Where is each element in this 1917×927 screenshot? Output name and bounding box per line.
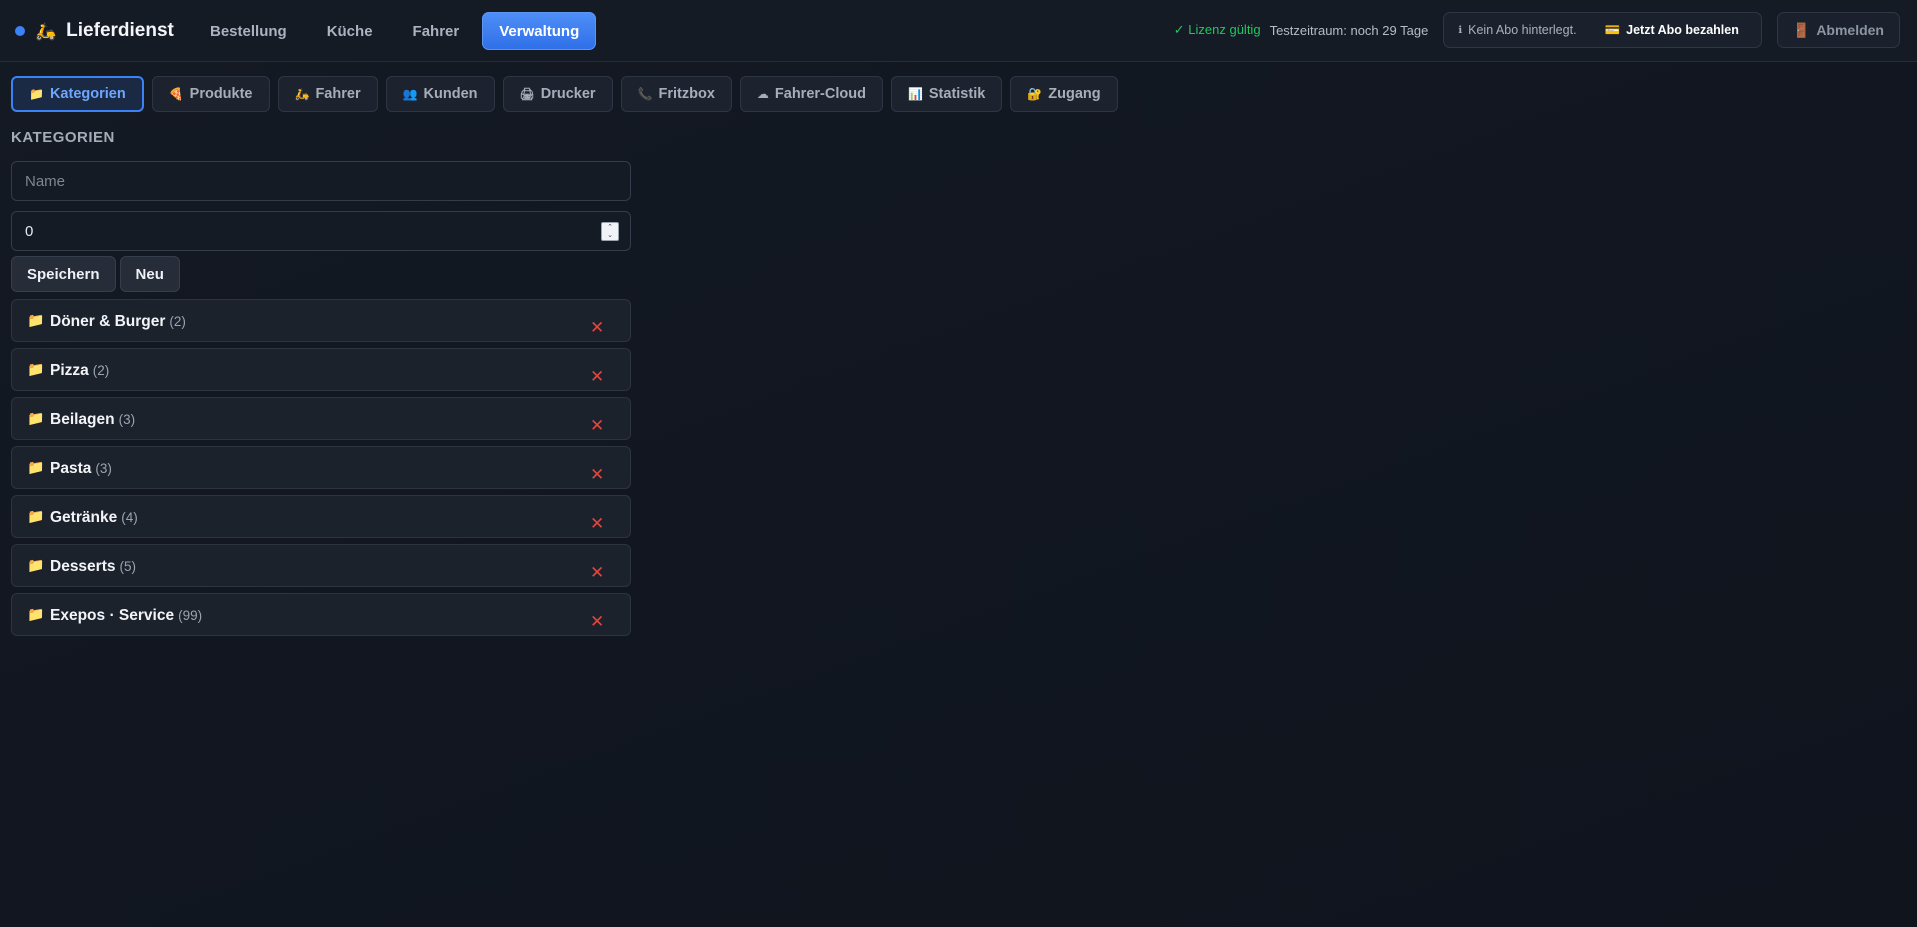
- folder-icon: 📁: [27, 361, 45, 377]
- folder-icon: 📁: [27, 606, 45, 622]
- list-item[interactable]: 📁 Getränke (4) ✕: [11, 495, 631, 538]
- printer-icon: 🖨: [519, 87, 535, 101]
- tab-drucker[interactable]: 🖨 Drucker: [502, 76, 613, 112]
- logout-button[interactable]: 🚪 Abmelden: [1776, 12, 1900, 48]
- status-dot-icon: [15, 26, 25, 36]
- door-icon: 🚪: [1792, 21, 1811, 38]
- trial-status: Testzeitraum: noch 29 Tage: [1269, 22, 1429, 38]
- app-title: Lieferdienst: [66, 20, 174, 41]
- folder-icon: 📁: [27, 557, 45, 573]
- category-list: 📁 Döner & Burger (2) ✕ 📁 Pizza (2) ✕ 📁 Bei…: [11, 299, 631, 642]
- save-button[interactable]: Speichern: [11, 256, 116, 292]
- delete-icon[interactable]: ✕: [590, 466, 604, 483]
- category-count: (2): [92, 363, 110, 378]
- pizza-icon: 🍕: [168, 87, 184, 101]
- category-name: Döner & Burger (2): [50, 313, 186, 330]
- delete-icon[interactable]: ✕: [590, 515, 604, 532]
- subscription-info: ℹ Kein Abo hinterlegt.: [1458, 23, 1576, 37]
- admin-subnav: 📁 Kategorien 🍕 Produkte 🛵 Fahrer 👥 Kunde…: [11, 76, 1118, 112]
- folder-icon: 📁: [27, 508, 45, 524]
- customers-icon: 👥: [402, 87, 418, 101]
- list-item[interactable]: 📁 Beilagen (3) ✕: [11, 397, 631, 440]
- category-name-field: [11, 161, 631, 201]
- category-name: Desserts (5): [50, 558, 137, 575]
- nav-fahrer[interactable]: Fahrer: [396, 12, 477, 50]
- category-name: Beilagen (3): [50, 411, 136, 428]
- tab-label: Drucker: [540, 86, 596, 102]
- list-item[interactable]: 📁 Desserts (5) ✕: [11, 544, 631, 587]
- list-item[interactable]: 📁 Exepos · Service (99) ✕: [11, 593, 631, 636]
- category-count: (4): [121, 510, 138, 525]
- nav-kueche[interactable]: Küche: [310, 12, 390, 50]
- category-name: Exepos · Service (99): [50, 607, 203, 624]
- category-count: (2): [169, 314, 186, 329]
- chart-icon: 📊: [907, 87, 923, 101]
- category-sort-field: ⌃ ⌄: [11, 211, 631, 251]
- subscription-box: ℹ Kein Abo hinterlegt. 💳 Jetzt Abo bezah…: [1443, 12, 1762, 48]
- tab-zugang[interactable]: 🔐 Zugang: [1010, 76, 1118, 112]
- category-count: (3): [118, 412, 136, 427]
- new-button[interactable]: Neu: [119, 256, 180, 292]
- tab-kategorien[interactable]: 📁 Kategorien: [11, 76, 144, 112]
- list-item[interactable]: 📁 Pizza (2) ✕: [11, 348, 631, 391]
- form-actions: Speichern Neu: [11, 256, 180, 292]
- tab-kunden[interactable]: 👥 Kunden: [385, 76, 495, 112]
- license-status: ✓ Lizenz gültig: [1173, 22, 1261, 37]
- chevron-down-icon: ⌄: [607, 231, 613, 239]
- number-spinner[interactable]: ⌃ ⌄: [601, 222, 619, 241]
- top-right-status: ✓ Lizenz gültig Testzeitraum: noch 29 Ta…: [1174, 12, 1900, 48]
- category-name: Getränke (4): [50, 509, 138, 526]
- list-item[interactable]: 📁 Döner & Burger (2) ✕: [11, 299, 631, 342]
- top-bar: 🛵 Lieferdienst Bestellung Küche Fahrer V…: [0, 0, 1917, 62]
- tab-label: Produkte: [189, 86, 253, 102]
- tab-fahrer[interactable]: 🛵 Fahrer: [277, 76, 378, 112]
- category-sort-input[interactable]: [25, 222, 617, 240]
- folder-icon: 📁: [27, 459, 45, 475]
- tab-statistik[interactable]: 📊 Statistik: [890, 76, 1003, 112]
- list-item[interactable]: 📁 Pasta (3) ✕: [11, 446, 631, 489]
- cloud-icon: ☁: [756, 87, 769, 101]
- info-icon: ℹ: [1458, 24, 1463, 36]
- subscription-info-text: Kein Abo hinterlegt.: [1468, 23, 1577, 37]
- tab-fritzbox[interactable]: 📞 Fritzbox: [620, 76, 732, 112]
- main-nav: Bestellung Küche Fahrer Verwaltung: [193, 12, 597, 50]
- delete-icon[interactable]: ✕: [590, 417, 604, 434]
- category-name: Pizza (2): [50, 362, 110, 379]
- category-count: (3): [95, 461, 112, 476]
- tab-label: Kategorien: [49, 86, 126, 102]
- folder-icon: 📁: [27, 410, 45, 426]
- delete-icon[interactable]: ✕: [590, 319, 604, 336]
- tab-label: Statistik: [928, 86, 986, 102]
- folder-icon: 📁: [29, 87, 44, 101]
- scooter-icon: 🛵: [35, 21, 57, 41]
- scooter-icon: 🛵: [294, 87, 310, 101]
- nav-bestellung[interactable]: Bestellung: [193, 12, 304, 50]
- logout-label: Abmelden: [1816, 22, 1884, 38]
- section-title: KATEGORIEN: [11, 129, 115, 146]
- tab-produkte[interactable]: 🍕 Produkte: [151, 76, 270, 112]
- category-name: Pasta (3): [50, 460, 112, 477]
- category-count: (99): [178, 608, 203, 623]
- delete-icon[interactable]: ✕: [590, 613, 604, 630]
- tab-label: Zugang: [1048, 86, 1101, 102]
- tab-label: Fahrer-Cloud: [774, 86, 866, 102]
- phone-icon: 📞: [637, 87, 653, 101]
- credit-card-icon: 💳: [1604, 22, 1621, 37]
- delete-icon[interactable]: ✕: [590, 564, 604, 581]
- nav-verwaltung[interactable]: Verwaltung: [482, 12, 597, 50]
- category-count: (5): [119, 559, 137, 574]
- tab-fahrer-cloud[interactable]: ☁ Fahrer-Cloud: [739, 76, 883, 112]
- pay-subscription-button[interactable]: 💳 Jetzt Abo bezahlen: [1605, 23, 1739, 38]
- tab-label: Kunden: [423, 86, 478, 102]
- tab-label: Fahrer: [315, 86, 361, 102]
- lock-icon: 🔐: [1027, 87, 1043, 101]
- folder-icon: 📁: [27, 312, 45, 328]
- tab-label: Fritzbox: [658, 86, 715, 102]
- pay-subscription-label: Jetzt Abo bezahlen: [1626, 23, 1739, 37]
- delete-icon[interactable]: ✕: [590, 368, 604, 385]
- category-name-input[interactable]: [25, 172, 617, 190]
- brand: 🛵 Lieferdienst: [15, 16, 174, 46]
- chevron-up-icon: ⌃: [607, 223, 613, 231]
